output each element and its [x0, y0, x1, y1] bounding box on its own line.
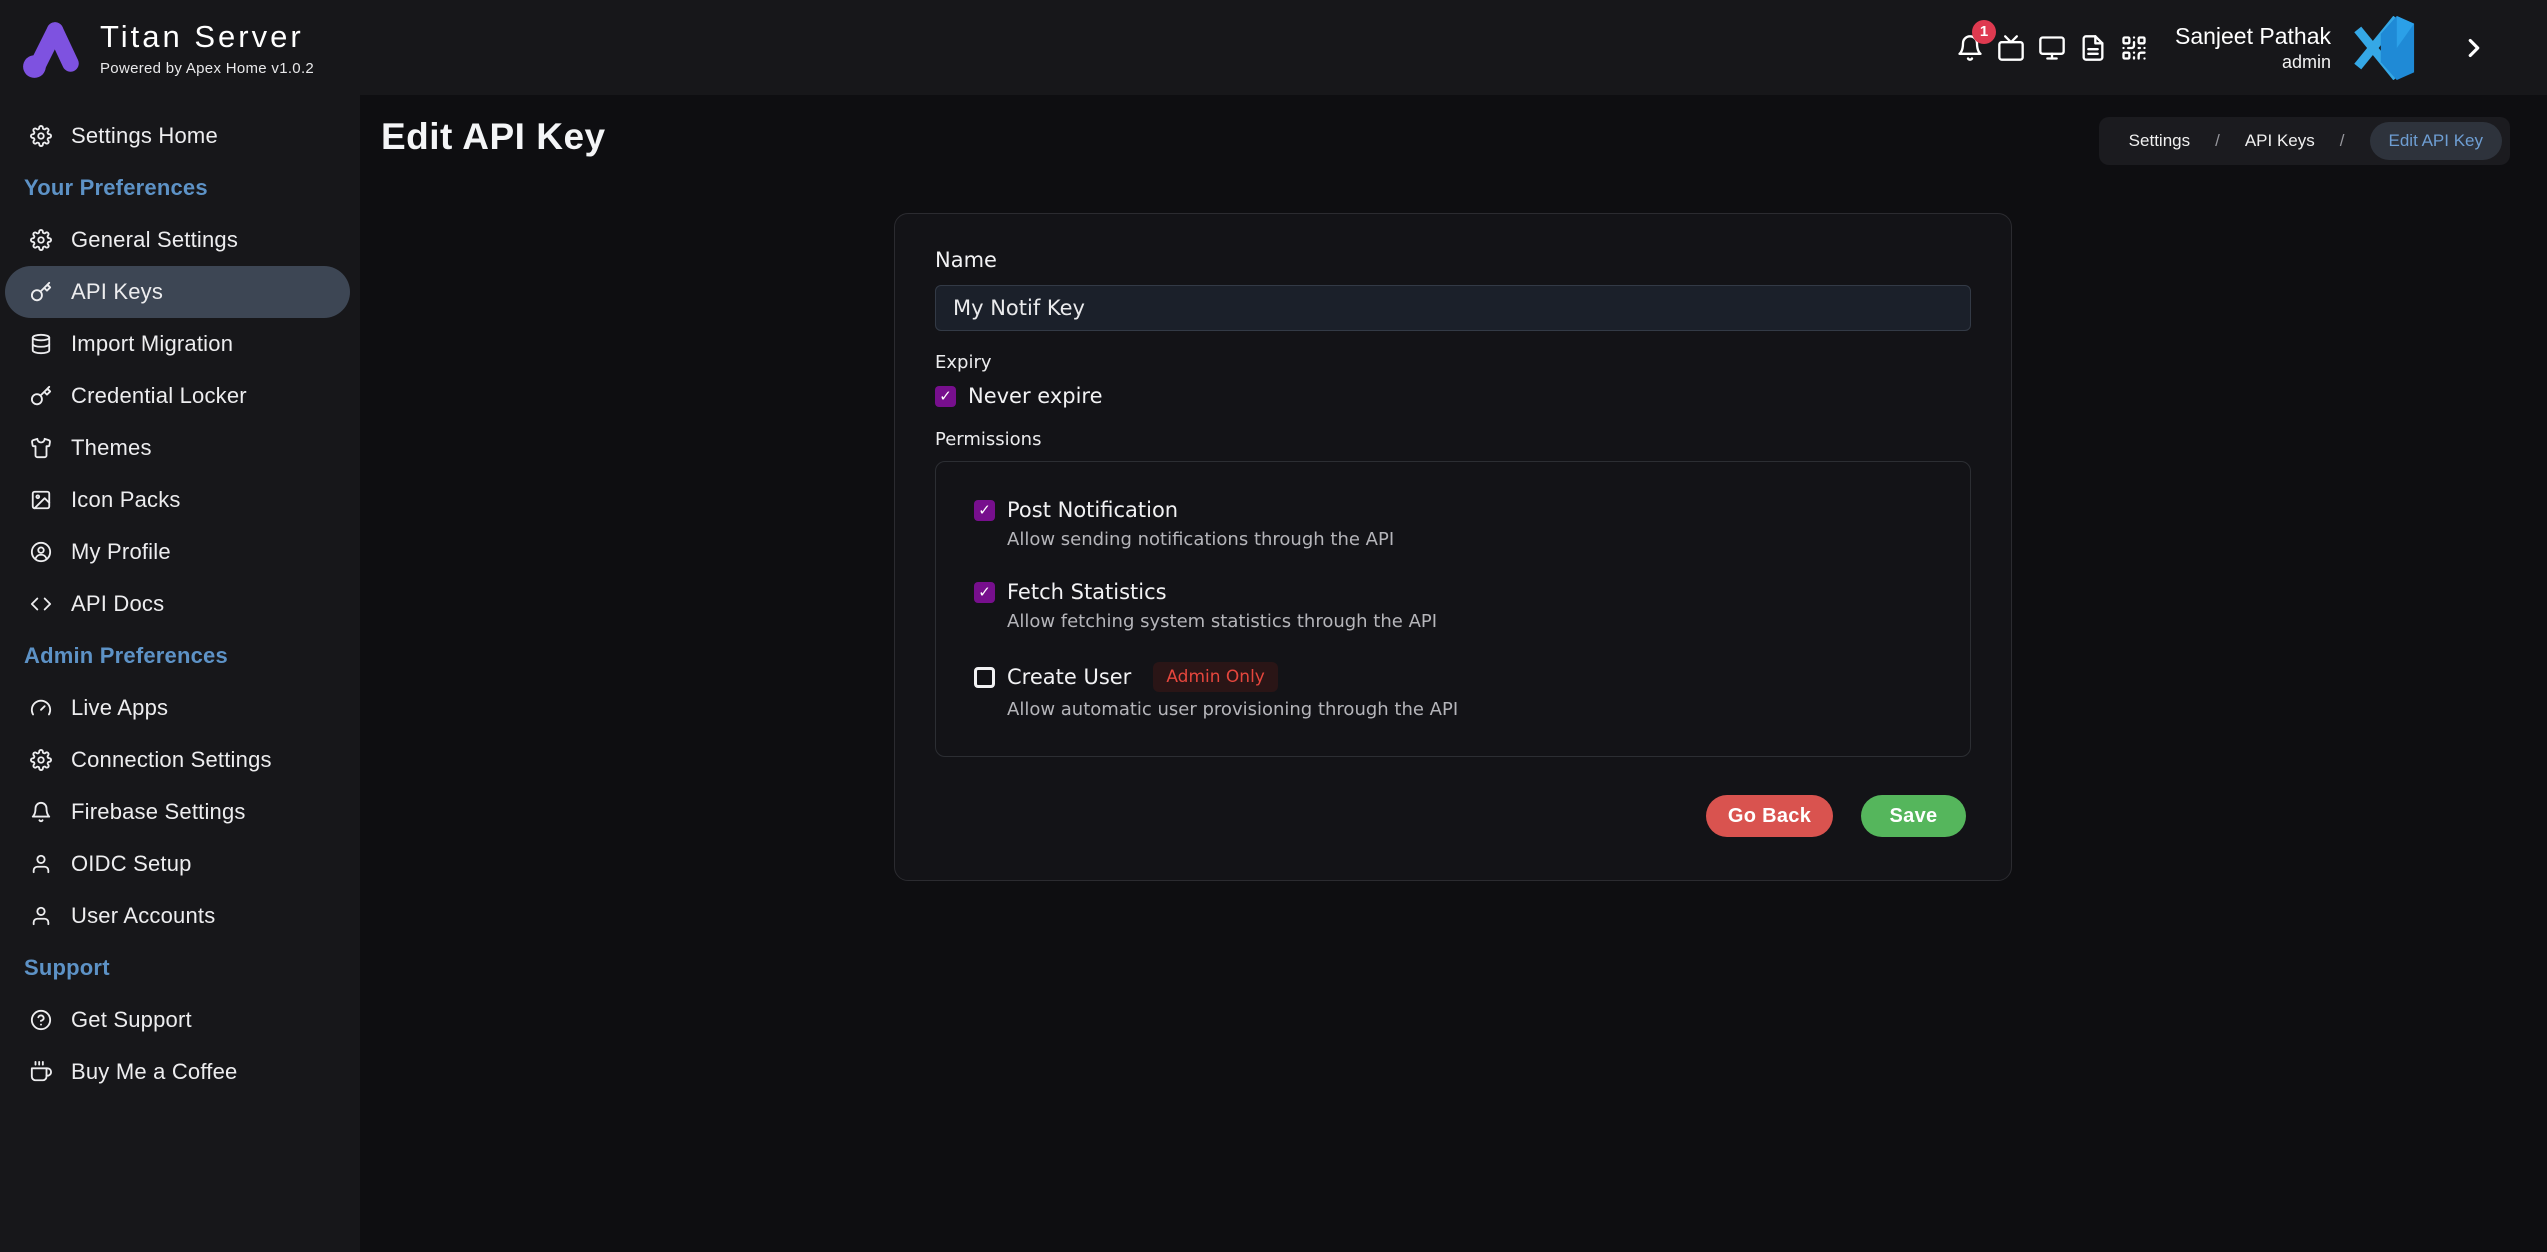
qr-code-icon[interactable] [2120, 34, 2148, 62]
gear-icon [30, 229, 52, 251]
edit-api-key-card: Name Expiry Never expire Permissions Pos… [894, 213, 2012, 881]
sidebar-item-api-docs[interactable]: API Docs [0, 578, 360, 630]
permission-description: Allow automatic user provisioning throug… [1007, 699, 1932, 720]
chevron-right-icon[interactable] [2459, 33, 2489, 63]
sidebar-item-connection-settings[interactable]: Connection Settings [0, 734, 360, 786]
permission-description: Allow sending notifications through the … [1007, 529, 1932, 550]
gear-icon [30, 749, 52, 771]
page-title: Edit API Key [381, 116, 606, 158]
save-button[interactable]: Save [1861, 795, 1966, 837]
sidebar-item-live-apps[interactable]: Live Apps [0, 682, 360, 734]
breadcrumb: Settings / API Keys / Edit API Key [2099, 117, 2510, 165]
sidebar-section-support: Support [0, 942, 360, 994]
permission-create-user: Create User Admin Only Allow automatic u… [974, 662, 1932, 720]
sidebar-item-get-support[interactable]: Get Support [0, 994, 360, 1046]
permission-description: Allow fetching system statistics through… [1007, 611, 1932, 632]
shirt-icon [30, 437, 52, 459]
sidebar-item-settings-home[interactable]: Settings Home [0, 110, 360, 162]
bell-icon [30, 801, 52, 823]
never-expire-row: Never expire [935, 384, 1971, 408]
database-icon [30, 333, 52, 355]
go-back-button[interactable]: Go Back [1706, 795, 1833, 837]
app-logo[interactable]: Titan Server Powered by Apex Home v1.0.2 [0, 15, 314, 81]
expiry-label: Expiry [935, 352, 1971, 373]
user-circle-icon [30, 541, 52, 563]
apex-logo-icon [20, 15, 86, 81]
never-expire-checkbox[interactable] [935, 386, 956, 407]
main-content: Edit API Key Settings / API Keys / Edit … [360, 95, 2547, 1252]
user-icon [30, 853, 52, 875]
tv-icon[interactable] [1997, 34, 2025, 62]
sidebar-item-general-settings[interactable]: General Settings [0, 214, 360, 266]
admin-only-badge: Admin Only [1153, 662, 1278, 692]
breadcrumb-api-keys[interactable]: API Keys [2245, 131, 2315, 151]
sidebar-item-api-keys[interactable]: API Keys [5, 266, 350, 318]
sidebar-item-oidc-setup[interactable]: OIDC Setup [0, 838, 360, 890]
top-header-bar: Titan Server Powered by Apex Home v1.0.2… [0, 0, 2547, 95]
sidebar-item-themes[interactable]: Themes [0, 422, 360, 474]
notification-badge: 1 [1972, 20, 1996, 44]
form-actions: Go Back Save [1706, 795, 1966, 837]
permission-title: Create User [1007, 665, 1131, 689]
user-info: Sanjeet Pathak admin [2175, 22, 2331, 73]
api-key-name-input[interactable] [935, 285, 1971, 331]
sidebar-item-icon-packs[interactable]: Icon Packs [0, 474, 360, 526]
permission-title: Fetch Statistics [1007, 580, 1167, 604]
create-user-checkbox[interactable] [974, 667, 995, 688]
name-label: Name [935, 248, 1971, 272]
sidebar-item-buy-me-a-coffee[interactable]: Buy Me a Coffee [0, 1046, 360, 1098]
gear-icon [30, 125, 52, 147]
app-subtitle: Powered by Apex Home v1.0.2 [100, 60, 314, 77]
help-circle-icon [30, 1009, 52, 1031]
code-icon [30, 593, 52, 615]
sidebar-item-firebase-settings[interactable]: Firebase Settings [0, 786, 360, 838]
permission-fetch-statistics: Fetch Statistics Allow fetching system s… [974, 580, 1932, 632]
bell-icon[interactable]: 1 [1956, 34, 1984, 62]
never-expire-label: Never expire [968, 384, 1103, 408]
breadcrumb-separator: / [2215, 131, 2220, 151]
user-role: admin [2175, 51, 2331, 74]
key-icon [30, 385, 52, 407]
key-icon [30, 281, 52, 303]
sidebar-item-credential-locker[interactable]: Credential Locker [0, 370, 360, 422]
sidebar: Settings Home Your Preferences General S… [0, 95, 360, 1252]
sidebar-section-your-preferences: Your Preferences [0, 162, 360, 214]
sidebar-item-my-profile[interactable]: My Profile [0, 526, 360, 578]
breadcrumb-settings[interactable]: Settings [2129, 131, 2190, 151]
permission-title: Post Notification [1007, 498, 1178, 522]
user-icon [30, 905, 52, 927]
sidebar-item-user-accounts[interactable]: User Accounts [0, 890, 360, 942]
fetch-statistics-checkbox[interactable] [974, 582, 995, 603]
gauge-icon [30, 697, 52, 719]
breadcrumb-current: Edit API Key [2370, 122, 2503, 160]
document-icon[interactable] [2079, 34, 2107, 62]
permissions-box: Post Notification Allow sending notifica… [935, 461, 1971, 757]
app-title: Titan Server [100, 19, 314, 55]
post-notification-checkbox[interactable] [974, 500, 995, 521]
coffee-icon [30, 1061, 52, 1083]
sidebar-item-import-migration[interactable]: Import Migration [0, 318, 360, 370]
image-icon [30, 489, 52, 511]
sidebar-section-admin-preferences: Admin Preferences [0, 630, 360, 682]
monitor-icon[interactable] [2038, 34, 2066, 62]
avatar[interactable] [2352, 16, 2416, 80]
breadcrumb-separator: / [2340, 131, 2345, 151]
user-name: Sanjeet Pathak [2175, 22, 2331, 51]
permissions-label: Permissions [935, 429, 1971, 450]
permission-post-notification: Post Notification Allow sending notifica… [974, 498, 1932, 550]
